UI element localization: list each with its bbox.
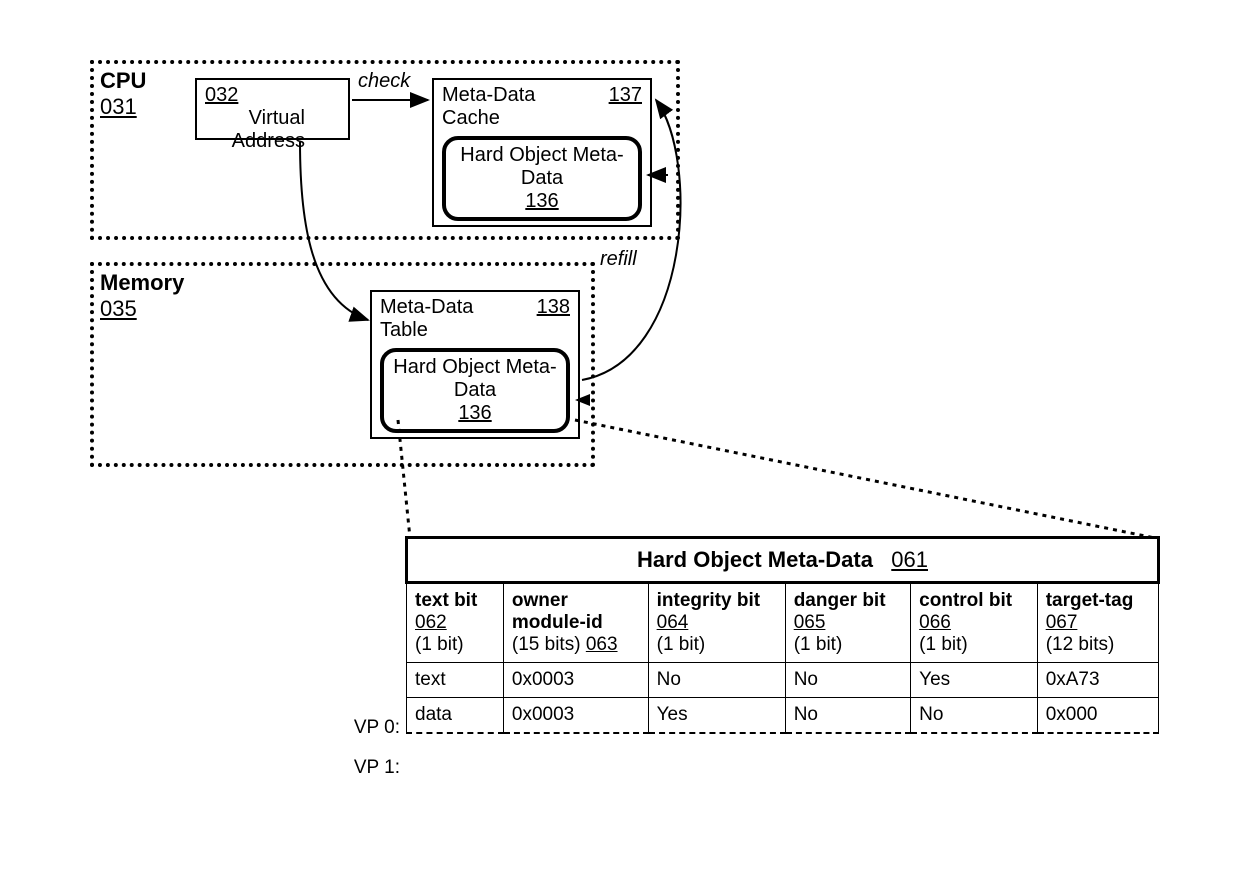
meta-data-cache-ref: 137 — [609, 84, 642, 107]
col-text-bit: text bit 062 (1 bit) — [407, 583, 504, 663]
hard-object-meta-data-cache-inner: Hard Object Meta-Data 136 — [442, 136, 642, 221]
meta-data-table-ref: 138 — [537, 296, 570, 319]
virtual-address-box: 032 Virtual Address — [195, 78, 350, 140]
table-row: data 0x0003 Yes No No 0x000 — [407, 698, 1159, 734]
col-owner-module-id: owner module-id (15 bits) 063 — [503, 583, 648, 663]
cpu-label: CPU 031 — [100, 68, 146, 120]
hard-object-meta-data-table-inner: Hard Object Meta-Data 136 — [380, 348, 570, 433]
col-control-bit: control bit 066 (1 bit) — [911, 583, 1038, 663]
meta-data-table-label: Meta-Data Table — [380, 296, 490, 342]
table-row: text 0x0003 No No Yes 0xA73 — [407, 663, 1159, 698]
meta-data-cache-label: Meta-Data Cache — [442, 84, 552, 130]
col-integrity-bit: integrity bit 064 (1 bit) — [648, 583, 785, 663]
edge-label-refill: refill — [600, 248, 637, 271]
meta-data-cache-box: Meta-Data Cache 137 Hard Object Meta-Dat… — [432, 78, 652, 227]
edge-label-check: check — [358, 70, 410, 93]
col-target-tag: target-tag 067 (12 bits) — [1037, 583, 1158, 663]
meta-data-table-box: Meta-Data Table 138 Hard Object Meta-Dat… — [370, 290, 580, 439]
col-danger-bit: danger bit 065 (1 bit) — [785, 583, 910, 663]
row-label-vp0: VP 0: — [310, 717, 400, 739]
meta-data-table-detail: Hard Object Meta-Data 061 text bit 062 (… — [405, 536, 1160, 734]
row-label-vp1: VP 1: — [310, 757, 400, 779]
memory-label: Memory 035 — [100, 270, 184, 322]
table-title-row: Hard Object Meta-Data 061 — [407, 538, 1159, 583]
diagram-canvas: CPU 031 032 Virtual Address Meta-Data Ca… — [0, 0, 1240, 885]
